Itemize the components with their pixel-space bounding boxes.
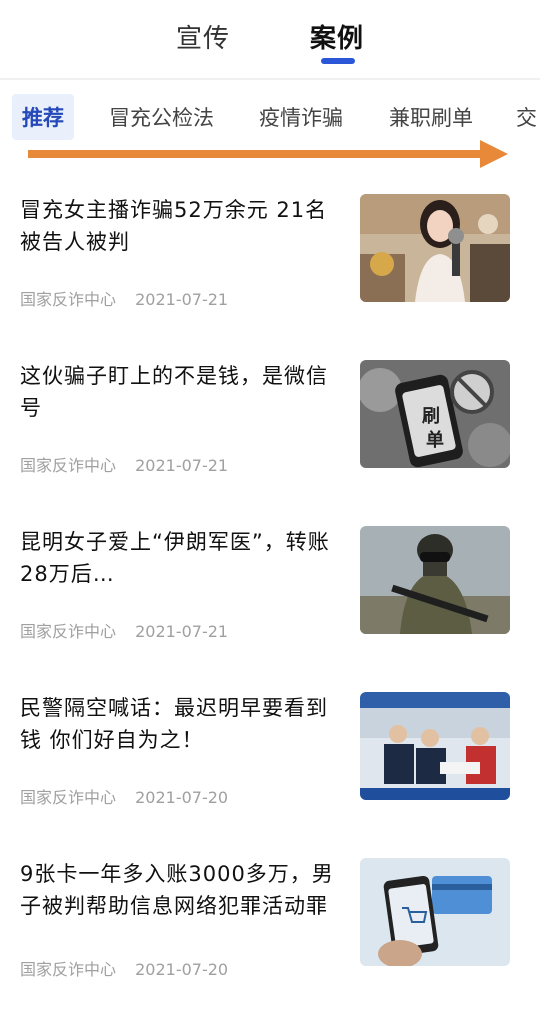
article-thumbnail[interactable] — [360, 692, 510, 800]
article-item[interactable]: 冒充女主播诈骗52万余元 21名被告人被判 国家反诈中心 2021-07-21 — [0, 194, 540, 360]
thumb-text-2: 单 — [426, 429, 444, 451]
article-title[interactable]: 这伙骗子盯上的不是钱，是微信号 — [20, 360, 340, 424]
tab-cases[interactable]: 案例 — [310, 18, 364, 55]
article-meta: 国家反诈中心 2021-07-20 — [20, 784, 228, 808]
article-source: 国家反诈中心 — [20, 622, 117, 641]
article-source: 国家反诈中心 — [20, 456, 117, 475]
article-source: 国家反诈中心 — [20, 788, 117, 807]
article-date: 2021-07-21 — [135, 622, 229, 641]
category-recommend[interactable]: 推荐 — [12, 94, 74, 140]
category-epidemic-fraud[interactable]: 疫情诈骗 — [259, 102, 343, 132]
divider — [0, 78, 540, 80]
police-meeting-photo — [360, 692, 510, 800]
top-tab-bar: 宣传 案例 — [0, 0, 540, 80]
article-item[interactable]: 民警隔空喊话：最迟明早要看到钱 你们好自为之！ 国家反诈中心 2021-07-2… — [0, 692, 540, 858]
article-thumbnail[interactable] — [360, 858, 510, 966]
tab-publicity[interactable]: 宣传 — [176, 18, 230, 55]
article-source: 国家反诈中心 — [20, 960, 117, 979]
article-thumbnail[interactable] — [360, 194, 510, 302]
soldier-photo — [360, 526, 510, 634]
article-date: 2021-07-20 — [135, 960, 229, 979]
article-date: 2021-07-21 — [135, 456, 229, 475]
article-date: 2021-07-20 — [135, 788, 229, 807]
category-impersonation[interactable]: 冒充公检法 — [109, 102, 214, 132]
article-meta: 国家反诈中心 2021-07-20 — [20, 956, 228, 980]
thumb-text-1: 刷 — [422, 406, 440, 427]
article-thumbnail[interactable]: 刷 单 — [360, 360, 510, 468]
phone-card-photo — [360, 858, 510, 966]
article-item[interactable]: 昆明女子爱上“伊朗军医”，转账28万后… 国家反诈中心 2021-07-21 — [0, 526, 540, 692]
article-thumbnail[interactable] — [360, 526, 510, 634]
article-title[interactable]: 9张卡一年多入账3000多万，男子被判帮助信息网络犯罪活动罪 — [20, 858, 340, 922]
article-meta: 国家反诈中心 2021-07-21 — [20, 286, 228, 310]
article-meta: 国家反诈中心 2021-07-21 — [20, 452, 228, 476]
article-source: 国家反诈中心 — [20, 290, 117, 309]
phone-ban-photo: 刷 单 — [360, 360, 510, 468]
arrow-head-icon — [480, 140, 508, 168]
category-part-time-fraud[interactable]: 兼职刷单 — [389, 102, 473, 132]
article-date: 2021-07-21 — [135, 290, 229, 309]
female-streamer-photo — [360, 194, 510, 302]
category-bar: 推荐 冒充公检法 疫情诈骗 兼职刷单 交 — [0, 86, 540, 142]
article-meta: 国家反诈中心 2021-07-21 — [20, 618, 228, 642]
scroll-hint-arrow-icon — [28, 150, 486, 158]
article-item[interactable]: 9张卡一年多入账3000多万，男子被判帮助信息网络犯罪活动罪 国家反诈中心 20… — [0, 858, 540, 1024]
article-item[interactable]: 这伙骗子盯上的不是钱，是微信号 国家反诈中心 2021-07-21 刷 单 — [0, 360, 540, 526]
category-truncated[interactable]: 交 — [516, 102, 537, 132]
active-tab-indicator — [321, 58, 355, 64]
article-title[interactable]: 昆明女子爱上“伊朗军医”，转账28万后… — [20, 526, 340, 590]
article-title[interactable]: 民警隔空喊话：最迟明早要看到钱 你们好自为之！ — [20, 692, 340, 756]
article-title[interactable]: 冒充女主播诈骗52万余元 21名被告人被判 — [20, 194, 340, 258]
